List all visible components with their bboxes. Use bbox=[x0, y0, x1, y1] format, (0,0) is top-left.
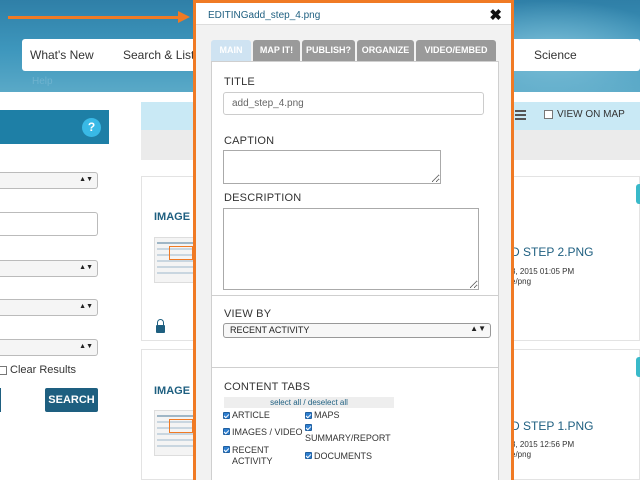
close-icon[interactable]: ✖ bbox=[489, 6, 502, 24]
title-input[interactable] bbox=[223, 92, 484, 115]
caption-label: CAPTION bbox=[224, 135, 275, 147]
maps-checkbox[interactable] bbox=[305, 412, 312, 419]
modal-title: EDITINGadd_step_4.png bbox=[208, 10, 321, 21]
recent-activity-checkbox[interactable] bbox=[223, 446, 230, 453]
title-label: TITLE bbox=[224, 76, 255, 88]
summary-report-label: SUMMARY/REPORT bbox=[305, 433, 391, 443]
tab-video-embed[interactable]: VIDEO/EMBED bbox=[416, 40, 496, 61]
tab-organize[interactable]: ORGANIZE bbox=[357, 40, 414, 61]
result-title[interactable]: D STEP 1.PNG bbox=[511, 419, 593, 433]
article-checkbox[interactable] bbox=[223, 412, 230, 419]
updown-caret-icon: ▲▼ bbox=[470, 324, 486, 333]
view-by-value: RECENT ACTIVITY bbox=[230, 325, 310, 335]
documents-checkbox[interactable] bbox=[305, 452, 312, 459]
view-by-label: VIEW BY bbox=[224, 308, 272, 320]
tab-map-it[interactable]: MAP IT! bbox=[253, 40, 300, 61]
section-divider bbox=[212, 295, 498, 296]
view-on-map-checkbox[interactable] bbox=[544, 110, 553, 119]
nav-science[interactable]: Science bbox=[534, 48, 577, 62]
edit-modal: EDITINGadd_step_4.png ✖ MAIN MAP IT! PUB… bbox=[193, 0, 514, 480]
help-icon[interactable]: ? bbox=[82, 118, 101, 137]
result-type: IMAGE bbox=[154, 385, 191, 397]
result-type: IMAGE bbox=[154, 211, 191, 223]
documents-label: DOCUMENTS bbox=[314, 451, 372, 461]
updown-caret-icon: ▲▼ bbox=[79, 264, 93, 271]
article-label: ARTICLE bbox=[232, 410, 270, 420]
filter-select-3[interactable]: ▲▼ bbox=[0, 299, 98, 316]
search-panel-header: ? bbox=[0, 110, 109, 144]
result-date: 3, 2015 12:56 PM bbox=[511, 440, 575, 449]
description-textarea[interactable] bbox=[223, 208, 479, 290]
clear-results-checkbox[interactable] bbox=[0, 366, 7, 375]
result-mime: e/png bbox=[511, 277, 532, 286]
recent-activity-label: RECENT ACTIVITY bbox=[232, 445, 273, 466]
list-view-icon[interactable] bbox=[515, 110, 526, 120]
result-side-tab[interactable] bbox=[636, 184, 640, 204]
callout-arrow-icon bbox=[178, 11, 190, 23]
result-side-tab[interactable] bbox=[636, 357, 640, 377]
updown-caret-icon: ▲▼ bbox=[79, 343, 93, 350]
maps-label: MAPS bbox=[314, 410, 340, 420]
clear-results-label: Clear Results bbox=[10, 364, 77, 376]
nav-whats-new[interactable]: What's New bbox=[30, 48, 94, 62]
nav-help[interactable]: Help bbox=[32, 76, 53, 87]
view-by-select[interactable]: RECENT ACTIVITY ▲▼ bbox=[223, 323, 491, 338]
filter-select-2[interactable]: ▲▼ bbox=[0, 260, 98, 277]
updown-caret-icon: ▲▼ bbox=[79, 303, 93, 310]
main-tab-panel: TITLE CAPTION DESCRIPTION VIEW BY RECENT… bbox=[211, 61, 499, 480]
view-on-map-label: VIEW ON MAP bbox=[557, 109, 625, 120]
summary-report-checkbox[interactable] bbox=[305, 424, 312, 431]
modal-header: EDITINGadd_step_4.png ✖ bbox=[196, 3, 511, 25]
tab-publish[interactable]: PUBLISH? bbox=[302, 40, 355, 61]
filter-select-1[interactable]: ▲▼ bbox=[0, 172, 98, 189]
result-date: 3, 2015 01:05 PM bbox=[511, 267, 575, 276]
caption-textarea[interactable] bbox=[223, 150, 441, 184]
content-tabs-label: CONTENT TABS bbox=[224, 381, 311, 393]
select-all-link[interactable]: select all / deselect all bbox=[224, 397, 394, 408]
callout-arrow-line bbox=[8, 16, 180, 19]
search-button[interactable]: SEARCH bbox=[45, 388, 98, 412]
lock-icon bbox=[156, 319, 165, 333]
left-action-button[interactable] bbox=[0, 388, 1, 412]
description-label: DESCRIPTION bbox=[224, 192, 302, 204]
tab-main[interactable]: MAIN bbox=[211, 40, 251, 61]
updown-caret-icon: ▲▼ bbox=[79, 176, 93, 183]
keyword-input[interactable] bbox=[0, 212, 98, 236]
images-video-checkbox[interactable] bbox=[223, 428, 230, 435]
images-video-label: IMAGES / VIDEO bbox=[232, 427, 303, 437]
section-divider bbox=[212, 367, 498, 368]
filter-select-4[interactable]: ▲▼ bbox=[0, 339, 98, 356]
result-mime: e/png bbox=[511, 450, 532, 459]
result-title[interactable]: D STEP 2.PNG bbox=[511, 245, 593, 259]
